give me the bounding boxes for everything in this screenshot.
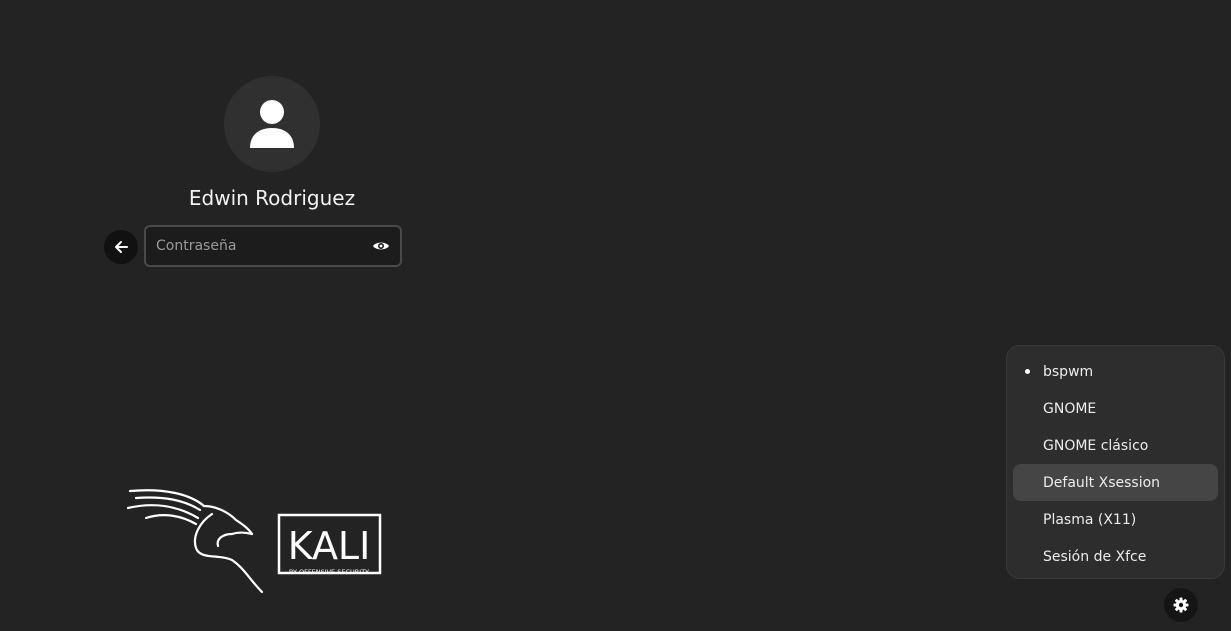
login-screen: Edwin Rodriguez KALI BY OFFENSIVE SECURI… <box>0 0 1231 631</box>
user-name: Edwin Rodriguez <box>188 186 356 210</box>
session-item-label: Default Xsession <box>1043 474 1161 491</box>
session-item-default-xsession[interactable]: Default Xsession <box>1013 464 1218 501</box>
session-item-label: GNOME clásico <box>1043 437 1149 454</box>
session-item-xfce[interactable]: Sesión de Xfce <box>1013 538 1218 575</box>
gear-icon <box>1173 597 1189 613</box>
arrow-left-icon <box>115 241 128 253</box>
password-input[interactable] <box>146 227 366 265</box>
session-settings-button[interactable] <box>1164 588 1198 622</box>
session-item-bspwm[interactable]: bspwm <box>1013 353 1218 390</box>
session-item-label: Sesión de Xfce <box>1043 548 1147 565</box>
user-icon <box>250 100 294 148</box>
session-menu: bspwm GNOME GNOME clásico Default Xsessi… <box>1006 345 1225 579</box>
user-avatar <box>224 76 320 172</box>
show-password-button[interactable] <box>370 235 392 257</box>
selected-indicator-icon <box>1025 369 1030 374</box>
kali-logo: KALI BY OFFENSIVE SECURITY <box>124 488 384 596</box>
session-item-label: bspwm <box>1043 363 1094 380</box>
session-item-plasma-x11[interactable]: Plasma (X11) <box>1013 501 1218 538</box>
session-item-gnome-classic[interactable]: GNOME clásico <box>1013 427 1218 464</box>
back-button[interactable] <box>104 230 138 264</box>
session-item-label: Plasma (X11) <box>1043 511 1137 528</box>
kali-wordmark: KALI <box>288 524 371 568</box>
session-item-gnome[interactable]: GNOME <box>1013 390 1218 427</box>
kali-dragon-logo: KALI BY OFFENSIVE SECURITY <box>126 489 382 594</box>
kali-tagline: BY OFFENSIVE SECURITY <box>289 568 369 576</box>
password-field <box>144 225 402 267</box>
eye-icon <box>373 242 389 250</box>
session-item-label: GNOME <box>1043 400 1097 417</box>
